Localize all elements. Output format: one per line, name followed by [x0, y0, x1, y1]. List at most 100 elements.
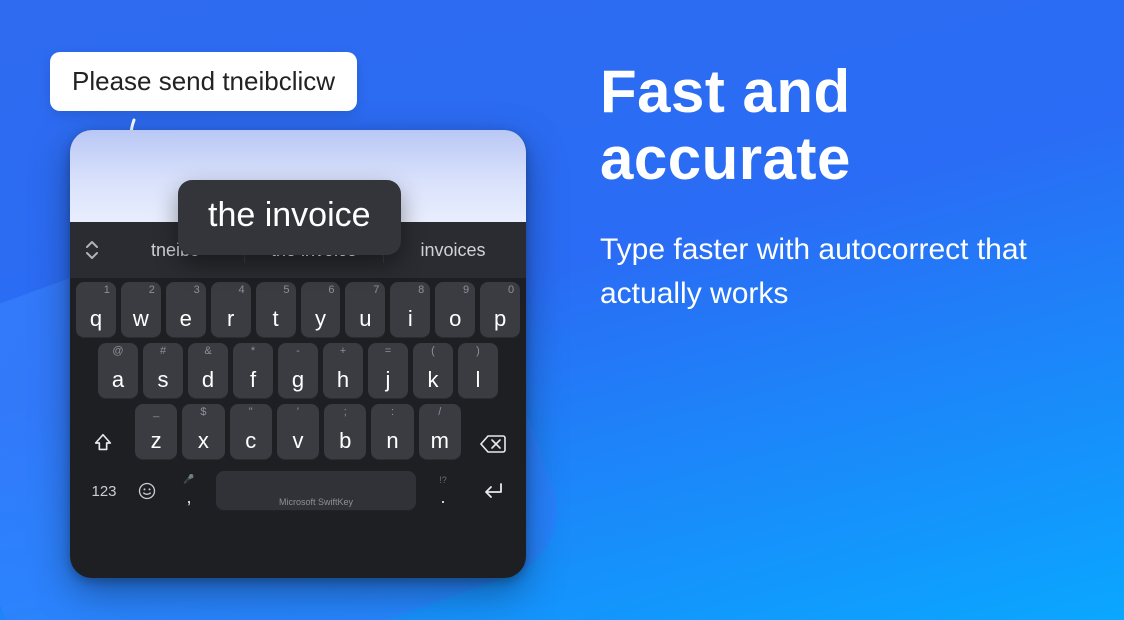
backspace-key[interactable]: [466, 404, 520, 460]
key-g[interactable]: -g: [278, 343, 318, 399]
key-hint: 4: [239, 284, 245, 296]
key-main-label: l: [476, 367, 481, 393]
key-main-label: f: [250, 367, 256, 393]
key-main-label: t: [273, 306, 279, 332]
headline: Fast and accurate: [600, 58, 1060, 192]
key-s[interactable]: #s: [143, 343, 183, 399]
key-x[interactable]: $x: [182, 404, 224, 460]
key-d[interactable]: &d: [188, 343, 228, 399]
key-hint: $: [182, 406, 224, 418]
key-a[interactable]: @a: [98, 343, 138, 399]
key-hint: ;: [324, 406, 366, 418]
key-hint: &: [188, 345, 228, 357]
key-v[interactable]: 'v: [277, 404, 319, 460]
key-main-label: a: [112, 367, 124, 393]
numbers-key[interactable]: 123: [82, 483, 126, 500]
key-e[interactable]: 3e: [166, 282, 206, 338]
key-main-label: y: [315, 306, 326, 332]
key-hint: =: [368, 345, 408, 357]
key-hint: -: [278, 345, 318, 357]
key-q[interactable]: 1q: [76, 282, 116, 338]
key-hint: (: [413, 345, 453, 357]
key-hint: 0: [508, 284, 514, 296]
key-hint: @: [98, 345, 138, 357]
keyboard-row-3: _z$x"c'v;b:n/m: [76, 404, 520, 460]
comma-label: ,: [186, 487, 191, 508]
key-hint: :: [371, 406, 413, 418]
key-r[interactable]: 4r: [211, 282, 251, 338]
key-j[interactable]: =j: [368, 343, 408, 399]
emoji-key[interactable]: [132, 481, 162, 501]
key-b[interactable]: ;b: [324, 404, 366, 460]
keyboard-bottom-row: 123 🎤 , Microsoft SwiftKey !? .: [76, 465, 520, 517]
key-main-label: i: [408, 306, 413, 332]
key-hint: 8: [418, 284, 424, 296]
autocorrect-text: the invoice: [208, 196, 371, 234]
key-hint: 7: [373, 284, 379, 296]
headline-line-2: accurate: [600, 125, 851, 192]
key-hint: *: [233, 345, 273, 357]
mic-icon: 🎤: [183, 474, 194, 485]
punct-hint: !?: [439, 475, 447, 485]
keyboard-brand-label: Microsoft SwiftKey: [279, 497, 353, 507]
subheadline: Type faster with autocorrect that actual…: [600, 228, 1060, 315]
key-main-label: r: [227, 306, 234, 332]
key-main-label: s: [158, 367, 169, 393]
key-c[interactable]: "c: [230, 404, 272, 460]
key-main-label: b: [339, 428, 351, 454]
key-main-label: o: [449, 306, 461, 332]
key-hint: ": [230, 406, 272, 418]
key-h[interactable]: +h: [323, 343, 363, 399]
shift-key[interactable]: [76, 404, 130, 460]
key-hint: 2: [149, 284, 155, 296]
key-main-label: w: [133, 306, 149, 332]
enter-key[interactable]: [470, 482, 514, 500]
key-n[interactable]: :n: [371, 404, 413, 460]
comma-mic-key[interactable]: 🎤 ,: [168, 474, 210, 508]
key-u[interactable]: 7u: [345, 282, 385, 338]
spacebar-key[interactable]: Microsoft SwiftKey: [216, 471, 416, 511]
typed-text: Please send tneibclicw: [72, 66, 335, 96]
key-hint: 9: [463, 284, 469, 296]
key-main-label: p: [494, 306, 506, 332]
autocorrect-popup[interactable]: the invoice: [178, 180, 401, 255]
key-p[interactable]: 0p: [480, 282, 520, 338]
key-l[interactable]: )l: [458, 343, 498, 399]
key-main-label: m: [431, 428, 449, 454]
key-main-label: x: [198, 428, 209, 454]
keyboard-row-3-keys: _z$x"c'v;b:n/m: [135, 404, 461, 460]
key-hint: 5: [283, 284, 289, 296]
key-hint: ): [458, 345, 498, 357]
key-y[interactable]: 6y: [301, 282, 341, 338]
key-main-label: n: [386, 428, 398, 454]
key-main-label: g: [292, 367, 304, 393]
expand-suggestions-icon[interactable]: [78, 236, 106, 264]
key-k[interactable]: (k: [413, 343, 453, 399]
key-main-label: e: [180, 306, 192, 332]
suggestion-right[interactable]: invoices: [388, 236, 518, 265]
key-hint: +: [323, 345, 363, 357]
key-main-label: z: [151, 428, 162, 454]
keyboard-row-2: @a#s&d*f-g+h=j(k)l: [76, 343, 520, 399]
headline-line-1: Fast and: [600, 58, 851, 125]
key-w[interactable]: 2w: [121, 282, 161, 338]
typed-text-bubble: Please send tneibclicw: [50, 52, 357, 111]
marketing-copy: Fast and accurate Type faster with autoc…: [600, 58, 1060, 315]
key-o[interactable]: 9o: [435, 282, 475, 338]
key-i[interactable]: 8i: [390, 282, 430, 338]
key-m[interactable]: /m: [419, 404, 461, 460]
key-hint: /: [419, 406, 461, 418]
key-hint: 1: [104, 284, 110, 296]
key-z[interactable]: _z: [135, 404, 177, 460]
key-main-label: c: [245, 428, 256, 454]
key-f[interactable]: *f: [233, 343, 273, 399]
key-main-label: u: [359, 306, 371, 332]
period-punct-key[interactable]: !? .: [422, 475, 464, 508]
key-t[interactable]: 5t: [256, 282, 296, 338]
key-hint: #: [143, 345, 183, 357]
key-hint: 6: [328, 284, 334, 296]
keyboard-row-1: 1q2w3e4r5t6y7u8i9o0p: [76, 282, 520, 338]
key-main-label: h: [337, 367, 349, 393]
key-hint: _: [135, 406, 177, 418]
keyboard: 1q2w3e4r5t6y7u8i9o0p @a#s&d*f-g+h=j(k)l …: [70, 278, 526, 523]
